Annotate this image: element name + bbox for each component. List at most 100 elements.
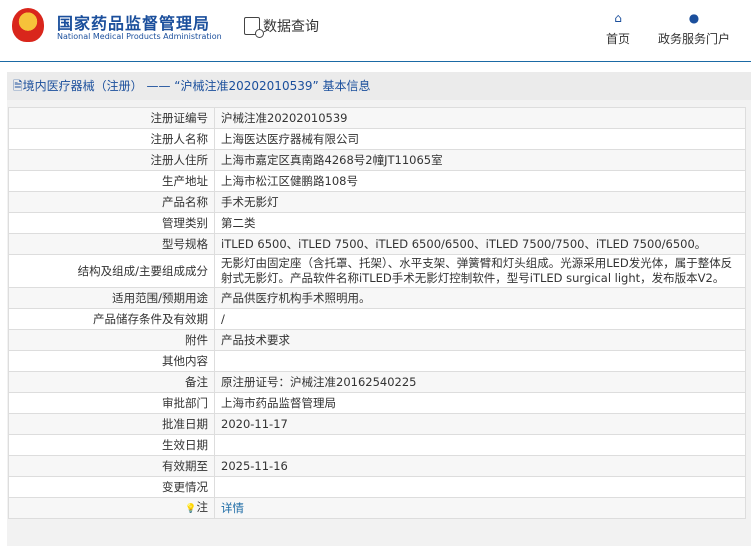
row-value-text: 上海市嘉定区真南路4268号2幢JT11065室 [221,152,443,167]
table-row: 有效期至 2025-11-16 [8,455,746,477]
row-label: 💡注 [8,497,215,519]
row-label: 变更情况 [8,476,215,498]
row-value: 2020-11-17 [214,413,746,435]
row-label-text: 注册证编号 [150,110,209,125]
site-subtitle: National Medical Products Administration [57,32,222,41]
row-value-text: 产品技术要求 [221,332,290,347]
row-value [214,350,746,372]
user-icon: ● [688,11,700,25]
row-value: / [214,308,746,330]
nav-gov-service-portal[interactable]: ● 政务服务门户 [658,12,730,47]
row-value: 上海市药品监督管理局 [214,392,746,414]
row-value-text: 2020-11-17 [221,416,288,431]
row-value: 上海医达医疗器械有限公司 [214,128,746,150]
panel-title: 🗎境内医疗器械（注册） —— “沪械注准20202010539” 基本信息 [7,72,751,100]
row-label-text: 管理类别 [162,215,208,230]
lightbulb-icon: 💡 [185,503,197,514]
document-search-icon [244,17,264,38]
table-row: 变更情况 [8,476,746,498]
row-label-text: 结构及组成/主要组成成分 [77,263,208,278]
row-value-text: 无影灯由固定座（含托罩、托架）、水平支架、弹簧臂和灯头组成。光源采用LED发光体… [221,256,733,285]
nav-home[interactable]: ⌂ 首页 [606,12,630,47]
row-label-text: 型号规格 [162,236,208,251]
national-emblem-logo[interactable] [12,8,44,42]
row-label-text: 生效日期 [162,437,208,452]
row-value-text: 沪械注准20202010539 [221,110,348,125]
row-value: 无影灯由固定座（含托罩、托架）、水平支架、弹簧臂和灯头组成。光源采用LED发光体… [214,254,746,288]
row-label: 备注 [8,371,215,393]
row-label-text: 注册人名称 [150,131,209,146]
table-row: 其他内容 [8,350,746,372]
row-value-text: 上海市药品监督管理局 [221,395,336,410]
table-row: 注册人名称 上海医达医疗器械有限公司 [8,128,746,150]
row-label-text: 其他内容 [162,353,208,368]
row-label-text: 生产地址 [162,173,208,188]
row-label: 审批部门 [8,392,215,414]
site-header: 国家药品监督管理局 National Medical Products Admi… [0,0,751,60]
row-label: 产品储存条件及有效期 [8,308,215,330]
row-value [214,434,746,456]
detail-table: 注册证编号 沪械注准20202010539 注册人名称 上海医达医疗器械有限公司 注册人… [8,107,746,519]
row-label-text: 注册人住所 [150,152,209,167]
row-value-text: 第二类 [221,215,256,230]
table-row: 适用范围/预期用途 产品供医疗机构手术照明用。 [8,287,746,309]
row-label: 管理类别 [8,212,215,234]
row-label-text: 备注 [185,374,208,389]
data-query-label: 数据查询 [263,19,319,35]
row-label-text: 产品名称 [162,194,208,209]
table-row: 产品名称 手术无影灯 [8,191,746,213]
row-label: 结构及组成/主要组成成分 [8,254,215,288]
row-value-text: iTLED 6500、iTLED 7500、iTLED 6500/6500、iT… [221,236,707,251]
nav-home-label: 首页 [606,32,631,46]
row-label-text: 审批部门 [162,395,208,410]
table-row: 审批部门 上海市药品监督管理局 [8,392,746,414]
row-label: 其他内容 [8,350,215,372]
header-divider [0,61,751,62]
table-row: 备注 原注册证号：沪械注准20162540225 [8,371,746,393]
detail-panel: 🗎境内医疗器械（注册） —— “沪械注准20202010539” 基本信息 注册… [7,72,751,546]
document-icon: 🗎 [13,79,23,93]
table-row: 产品储存条件及有效期 / [8,308,746,330]
table-row: 注册人住所 上海市嘉定区真南路4268号2幢JT11065室 [8,149,746,171]
nav-portal-label: 政务服务门户 [658,32,731,46]
row-label: 生产地址 [8,170,215,192]
table-row: 注册证编号 沪械注准20202010539 [8,107,746,129]
row-label: 生效日期 [8,434,215,456]
row-label-text: 有效期至 [162,458,208,473]
row-label: 注册人名称 [8,128,215,150]
row-value-text: 手术无影灯 [221,194,279,209]
details-link[interactable]: 详情 [221,501,244,515]
row-label-text: 适用范围/预期用途 [112,290,208,305]
row-label-text: 附件 [185,332,208,347]
row-label-text: 产品储存条件及有效期 [93,311,208,326]
row-value: 第二类 [214,212,746,234]
row-value-text: 产品供医疗机构手术照明用。 [221,290,371,305]
row-value-text: 2025-11-16 [221,458,288,473]
row-value: 产品供医疗机构手术照明用。 [214,287,746,309]
table-row: 💡注 详情 [8,497,746,519]
table-row: 管理类别 第二类 [8,212,746,234]
row-value: 沪械注准20202010539 [214,107,746,129]
row-value-text: 上海市松江区健鹏路108号 [221,173,358,188]
table-row: 生产地址 上海市松江区健鹏路108号 [8,170,746,192]
row-label: 有效期至 [8,455,215,477]
row-label-text: 批准日期 [162,416,208,431]
row-label: 批准日期 [8,413,215,435]
table-row: 结构及组成/主要组成成分 无影灯由固定座（含托罩、托架）、水平支架、弹簧臂和灯头组… [8,254,746,288]
row-label: 型号规格 [8,233,215,255]
row-label-text: 变更情况 [162,479,208,494]
data-query-heading: 数据查询 [244,16,319,38]
row-value: 原注册证号：沪械注准20162540225 [214,371,746,393]
row-value: 2025-11-16 [214,455,746,477]
row-label: 注册证编号 [8,107,215,129]
row-label-text: 注 [196,499,209,514]
row-value: 上海市嘉定区真南路4268号2幢JT11065室 [214,149,746,171]
site-title[interactable]: 国家药品监督管理局 [57,10,210,34]
row-value: 详情 [214,497,746,519]
row-value: 上海市松江区健鹏路108号 [214,170,746,192]
row-value-text: 原注册证号：沪械注准20162540225 [221,374,417,389]
table-row: 型号规格 iTLED 6500、iTLED 7500、iTLED 6500/650… [8,233,746,255]
home-icon: ⌂ [614,11,622,25]
table-row: 附件 产品技术要求 [8,329,746,351]
row-label: 适用范围/预期用途 [8,287,215,309]
